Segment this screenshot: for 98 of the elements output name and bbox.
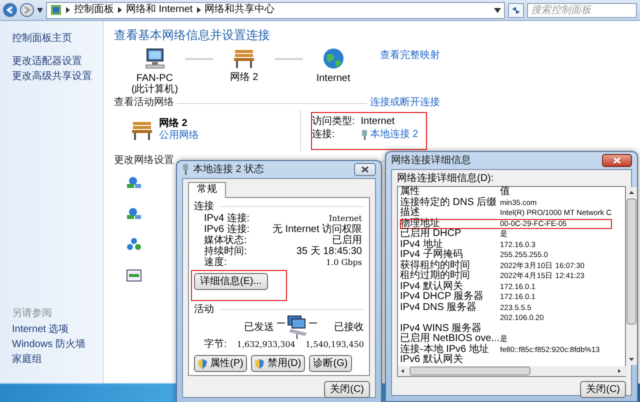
- sidebar-link[interactable]: Windows 防火墙: [12, 339, 86, 351]
- dropdown-icon[interactable]: [494, 8, 501, 12]
- field-value: 无 Internet 访问权限: [272, 224, 362, 235]
- horizontal-scrollbar[interactable]: [398, 366, 626, 376]
- node-sublabel: (此计算机): [131, 84, 178, 95]
- action-button[interactable]: 诊断(G): [309, 355, 352, 372]
- close-button[interactable]: 关闭(C): [580, 380, 626, 398]
- network-name: 网络 2: [159, 118, 188, 130]
- bytes-label: 字节:: [204, 339, 227, 350]
- network-activity-icon: [277, 315, 317, 339]
- property-cell-text: IPv4 默认网关: [400, 282, 464, 292]
- property-cell-text: 连接-本地 IPv6 地址: [400, 344, 490, 354]
- sent-label: 已发送: [244, 322, 274, 332]
- dialog-title: 本地连接 2 状态: [193, 164, 266, 175]
- bench-icon: [232, 48, 256, 68]
- property-cell-text: 连接特定的 DNS 后缀: [400, 198, 498, 208]
- connection-link[interactable]: 本地连接 2: [370, 129, 418, 141]
- property-cell-text: 描述: [400, 208, 420, 218]
- property-cell-text: 获得租约的时间: [400, 260, 471, 270]
- close-button[interactable]: 关闭(C): [324, 381, 370, 398]
- full-map-link[interactable]: 查看完整映射: [380, 50, 440, 62]
- property-cell-text: IPv4 WINS 服务器: [400, 324, 483, 334]
- received-label: 已接收: [334, 322, 364, 332]
- node-label: 网络 2: [230, 72, 258, 83]
- property-cell-text: 已启用 NetBIOS ove...: [400, 334, 500, 344]
- close-icon: [613, 157, 621, 164]
- globe-icon: [322, 48, 344, 69]
- computer-icon: [142, 48, 167, 69]
- field-label: 持续时间:: [204, 246, 248, 257]
- chevron-icon: [66, 7, 70, 13]
- section-heading: 更改网络设置: [114, 155, 174, 167]
- field-label: 速度:: [204, 257, 228, 268]
- node-label: FAN-PC: [136, 73, 174, 84]
- plug-icon: [360, 130, 368, 140]
- section-heading: 查看活动网络: [114, 97, 174, 109]
- field-label: 访问类型:: [312, 116, 355, 128]
- network-adapter-icon: [126, 206, 142, 220]
- sidebar-link[interactable]: 控制面板主页: [12, 33, 72, 45]
- network-type-link[interactable]: 公用网络: [159, 130, 199, 142]
- details-button[interactable]: 详细信息(E)...: [194, 273, 268, 290]
- breadcrumb-item[interactable]: 网络和 Internet: [126, 4, 193, 16]
- field-label: 连接:: [312, 129, 336, 141]
- chevron-icon: [196, 7, 201, 13]
- field-value: Internet: [360, 116, 396, 128]
- plug-icon: [182, 164, 189, 175]
- field-label: IPv4 连接:: [204, 213, 250, 224]
- dropdown-icon[interactable]: [37, 8, 43, 12]
- property-cell-text: IPv4 子网掩码: [400, 250, 464, 260]
- group-heading: 连接: [194, 201, 214, 212]
- address-field[interactable]: 控制面板 网络和 Internet 网络和共享中心: [46, 2, 505, 18]
- node-label: Internet: [316, 73, 350, 84]
- breadcrumb-item[interactable]: 控制面板: [74, 4, 114, 16]
- sent-bytes: 1,632,933,304: [236, 339, 296, 350]
- search-field[interactable]: 搜索控制面板: [527, 2, 637, 18]
- property-cell-text: 租约过期的时间: [400, 271, 471, 281]
- see-also-heading: 另请参阅: [12, 308, 52, 320]
- refresh-icon[interactable]: [508, 2, 524, 18]
- shield-icon: [198, 358, 207, 368]
- window-icon: [126, 268, 142, 282]
- tab[interactable]: 常规: [188, 182, 226, 198]
- sidebar-link[interactable]: 更改高级共享设置: [12, 71, 92, 83]
- close-button[interactable]: [602, 154, 632, 167]
- group-heading: 活动: [194, 304, 214, 315]
- network-nodes-icon: [126, 237, 142, 251]
- close-icon: [361, 166, 369, 173]
- dialog-title: 网络连接详细信息: [391, 155, 472, 166]
- shield-button[interactable]: 禁用(D): [251, 355, 306, 372]
- bench-icon: [130, 120, 154, 140]
- sidebar-link[interactable]: Internet 选项: [12, 324, 69, 336]
- property-cell-text: 已启用 DHCP: [400, 229, 462, 239]
- vertical-scrollbar[interactable]: [626, 187, 637, 365]
- property-cell-text: IPv4 DHCP 服务器: [400, 292, 485, 302]
- shield-button[interactable]: 属性(P): [194, 355, 248, 372]
- field-value: Internet: [328, 213, 362, 224]
- breadcrumb-item[interactable]: 网络和共享中心: [204, 4, 275, 16]
- field-value: 1.0 Gbps: [324, 257, 362, 268]
- column-header[interactable]: 值: [500, 187, 626, 198]
- forward-button[interactable]: [20, 3, 34, 17]
- connect-disconnect-link[interactable]: 连接或断开连接: [370, 97, 440, 109]
- back-button[interactable]: [3, 3, 17, 17]
- sidebar-link[interactable]: 家庭组: [12, 354, 42, 366]
- property-cell-text: IPv4 地址: [400, 240, 443, 250]
- field-value: 已启用: [331, 235, 362, 246]
- property-cell-text: IPv6 默认网关: [400, 355, 464, 366]
- network-adapter-icon: [126, 175, 142, 189]
- field-label: IPv6 连接:: [204, 224, 250, 235]
- close-button[interactable]: [354, 163, 376, 176]
- property-cell-text: IPv4 DNS 服务器: [400, 302, 478, 313]
- shield-icon: [255, 358, 264, 368]
- field-label: 媒体状态:: [204, 235, 248, 246]
- column-header[interactable]: 属性: [400, 187, 500, 198]
- sidebar-link[interactable]: 更改适配器设置: [12, 56, 82, 68]
- list-label: 网络连接详细信息(D):: [397, 173, 495, 184]
- page-title: 查看基本网络信息并设置连接: [114, 28, 271, 42]
- control-panel-icon: [50, 4, 62, 16]
- field-value: 35 天 18:45:30: [295, 246, 362, 257]
- chevron-icon: [118, 7, 122, 13]
- received-bytes: 1,540,193,450: [305, 339, 364, 350]
